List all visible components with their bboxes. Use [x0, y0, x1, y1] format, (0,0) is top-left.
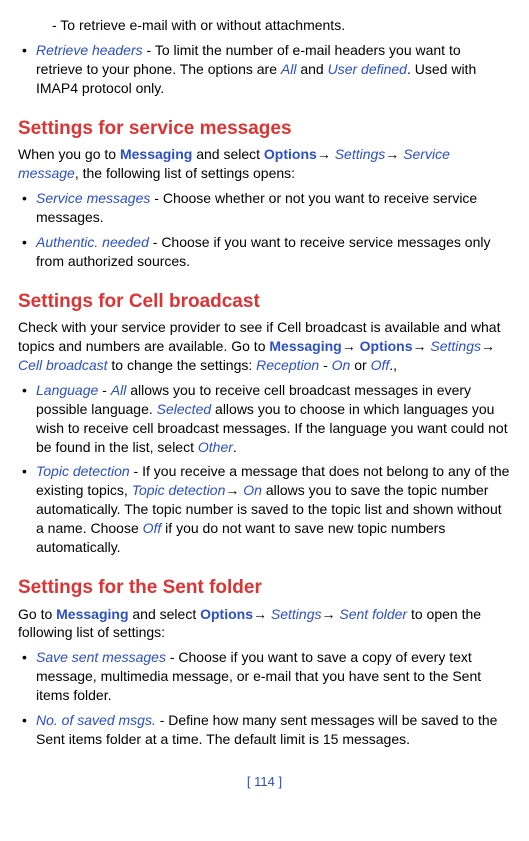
sent-folder-heading: Settings for the Sent folder [18, 575, 511, 601]
authentic-needed-item: Authentic. needed - Choose if you want t… [36, 233, 511, 271]
sent-folder-intro: Go to Messaging and select Options→ Sett… [18, 605, 511, 643]
cb-intro-options: Options [360, 338, 413, 354]
arrow-icon: → [481, 338, 495, 354]
no-saved-msgs-item: No. of saved msgs. - Define how many sen… [36, 711, 511, 749]
cb-language-item: Language - All allows you to receive cel… [36, 381, 511, 457]
cb-intro-cell-broadcast: Cell broadcast [18, 357, 108, 373]
cb-topic-det2: Topic detection [132, 482, 226, 498]
sent-intro-t1: Go to [18, 606, 56, 622]
save-sent-messages-label: Save sent messages [36, 649, 166, 665]
arrow-icon: → [253, 606, 271, 622]
cb-language-label: Language [36, 382, 98, 398]
cb-intro-t3: - [319, 357, 331, 373]
cb-intro-t2: to change the settings: [108, 357, 257, 373]
sent-intro-options: Options [200, 606, 253, 622]
cb-language-other: Other [198, 439, 233, 455]
cell-broadcast-intro: Check with your service provider to see … [18, 318, 511, 375]
cb-intro-settings: Settings [430, 338, 481, 354]
arrow-icon: → [321, 606, 339, 622]
arrow-icon: → [385, 146, 403, 162]
arrow-icon: → [317, 146, 335, 162]
svc-intro-settings: Settings [335, 146, 386, 162]
no-saved-msgs-label: No. of saved msgs. [36, 712, 156, 728]
cb-topic-on: On [243, 482, 262, 498]
arrow-icon: → [225, 482, 243, 498]
cb-topic-off: Off [143, 520, 162, 536]
sent-intro-settings: Settings [271, 606, 322, 622]
cb-intro-on: On [332, 357, 351, 373]
retrieve-headers-userdef: User defined [328, 61, 407, 77]
cb-language-selected: Selected [157, 401, 211, 417]
sent-intro-t2: and select [129, 606, 201, 622]
cb-language-all: All [111, 382, 127, 398]
intro-continued: - To retrieve e-mail with or without att… [52, 16, 511, 35]
sent-intro-sent-folder: Sent folder [339, 606, 407, 622]
svc-intro-t2: and select [192, 146, 264, 162]
arrow-icon: → [413, 338, 431, 354]
cb-topic-detection-item: Topic detection - If you receive a messa… [36, 462, 511, 556]
page-number: [ 114 ] [18, 773, 511, 791]
service-messages-heading: Settings for service messages [18, 116, 511, 142]
svc-intro-t3: , the following list of settings opens: [75, 165, 295, 181]
service-messages-label: Service messages [36, 190, 150, 206]
retrieve-headers-item: Retrieve headers - To limit the number o… [36, 41, 511, 98]
svc-intro-options: Options [264, 146, 317, 162]
service-messages-item: Service messages - Choose whether or not… [36, 189, 511, 227]
service-messages-intro: When you go to Messaging and select Opti… [18, 145, 511, 183]
cb-intro-off: Off [371, 357, 390, 373]
cb-intro-messaging: Messaging [269, 338, 341, 354]
cb-intro-t5: ., [389, 357, 397, 373]
retrieve-headers-text2: and [296, 61, 327, 77]
authentic-needed-label: Authentic. needed [36, 234, 149, 250]
svc-intro-t1: When you go to [18, 146, 120, 162]
retrieve-headers-all: All [281, 61, 297, 77]
cb-intro-t4: or [350, 357, 370, 373]
cb-language-t4: . [233, 439, 237, 455]
cell-broadcast-heading: Settings for Cell broadcast [18, 289, 511, 315]
cb-intro-reception: Reception [256, 357, 319, 373]
sent-intro-messaging: Messaging [56, 606, 128, 622]
cb-topic-detection-label: Topic detection [36, 463, 130, 479]
cb-language-t1: - [98, 382, 110, 398]
save-sent-messages-item: Save sent messages - Choose if you want … [36, 648, 511, 705]
arrow-icon: → [342, 338, 360, 354]
retrieve-headers-label: Retrieve headers [36, 42, 143, 58]
svc-intro-messaging: Messaging [120, 146, 192, 162]
